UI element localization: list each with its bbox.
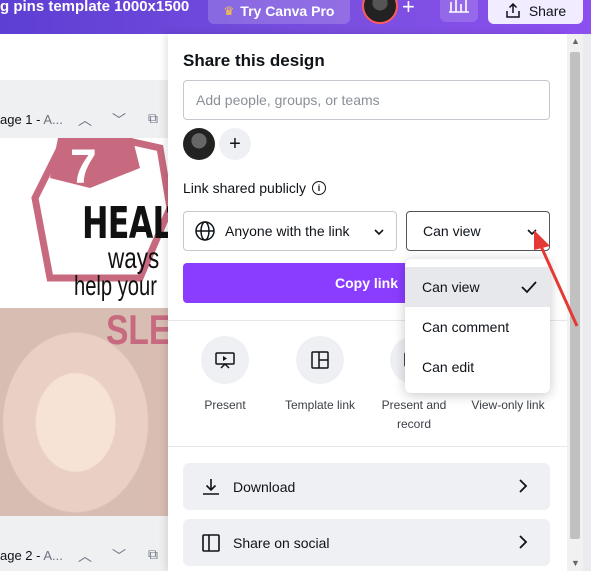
scroll-up-icon[interactable]: ▲ [571, 36, 580, 46]
collaborator-avatar[interactable] [183, 128, 215, 160]
template-icon [296, 336, 344, 384]
add-people-input[interactable] [183, 80, 550, 120]
permission-value: Can view [423, 223, 481, 239]
permission-select[interactable]: Can view [406, 211, 550, 251]
template-link-action[interactable]: Template link [274, 336, 366, 415]
plus-icon: + [229, 132, 241, 155]
present-action[interactable]: Present [179, 336, 271, 415]
link-access-value: Anyone with the link [225, 223, 350, 239]
check-icon [521, 281, 537, 294]
chart-icon [449, 0, 469, 13]
page-1-title: age 1 - [0, 112, 41, 127]
download-label: Download [233, 478, 296, 495]
design-page-1[interactable]: 7 HEALT ways help your SLEE [0, 138, 168, 516]
chevron-right-icon [519, 535, 528, 549]
try-canva-pro-label: Try Canva Pro [240, 3, 335, 19]
option-can-edit[interactable]: Can edit [405, 347, 550, 387]
link-access-select[interactable]: Anyone with the link [183, 211, 397, 251]
scroll-down-icon[interactable]: ▼ [571, 558, 580, 568]
page-1-label[interactable]: age 1 - A... [0, 112, 63, 127]
panel-title: Share this design [183, 51, 325, 70]
permission-dropdown: Can view Can comment Can edit [405, 259, 550, 393]
download-icon [203, 478, 219, 495]
share-on-social-label: Share on social [233, 534, 330, 551]
try-canva-pro-button[interactable]: ♛ Try Canva Pro [208, 0, 350, 24]
document-title[interactable]: g pins template 1000x1500 [0, 0, 189, 22]
design-line-4: SLEE [106, 306, 168, 353]
divider [168, 446, 567, 447]
view-only-link-label: View-only link [471, 398, 545, 412]
share-label: Share [528, 3, 567, 19]
download-button[interactable]: Download [183, 463, 550, 510]
scroll-thumb[interactable] [570, 52, 580, 539]
chevron-down-icon [374, 229, 384, 236]
panel-scrollbar[interactable]: ▲ ▼ [567, 34, 583, 571]
option-can-view[interactable]: Can view [405, 267, 550, 307]
page-2-name: A... [43, 548, 63, 563]
link-shared-label: Link shared publicly i [183, 180, 326, 196]
option-can-comment-label: Can comment [422, 319, 510, 335]
add-person-button[interactable]: + [219, 128, 251, 160]
chevron-down-icon[interactable]: ﹀ [112, 546, 126, 566]
share-on-social-button[interactable]: Share on social [183, 519, 550, 566]
chevron-up-icon[interactable]: ︿ [78, 110, 92, 130]
chevron-right-icon [519, 479, 528, 493]
design-line-3: help your [74, 270, 157, 301]
option-can-edit-label: Can edit [422, 359, 475, 375]
present-icon [201, 336, 249, 384]
top-bar: g pins template 1000x1500 ♛ Try Canva Pr… [0, 0, 591, 34]
share-button[interactable]: Share [488, 0, 583, 24]
social-icon [202, 533, 220, 552]
badge-number: 7 [70, 141, 97, 194]
canvas-toolbar-strip [0, 34, 168, 80]
duplicate-page-icon[interactable]: ⧉ [148, 546, 158, 563]
user-avatar[interactable] [362, 0, 398, 24]
page-1-name: A... [43, 112, 63, 127]
chevron-down-icon [527, 229, 537, 236]
share-icon [506, 3, 520, 18]
copy-link-label: Copy link [334, 275, 398, 291]
present-label: Present [204, 398, 246, 412]
duplicate-page-icon[interactable]: ⧉ [148, 110, 158, 127]
present-record-label: Present and record [381, 398, 447, 431]
insights-button[interactable] [440, 0, 478, 22]
page-2-label[interactable]: age 2 - A... [0, 548, 63, 563]
info-icon[interactable]: i [311, 181, 326, 195]
globe-icon [195, 221, 215, 241]
chevron-down-icon[interactable]: ﹀ [112, 110, 126, 130]
chevron-up-icon[interactable]: ︿ [78, 546, 92, 566]
crown-icon: ♛ [223, 4, 235, 18]
option-can-comment[interactable]: Can comment [405, 307, 550, 347]
link-shared-text: Link shared publicly [183, 180, 306, 196]
page-2-title: age 2 - [0, 548, 41, 563]
option-can-view-label: Can view [422, 279, 480, 295]
template-link-label: Template link [284, 398, 356, 412]
add-collaborator-icon[interactable]: + [402, 0, 415, 20]
